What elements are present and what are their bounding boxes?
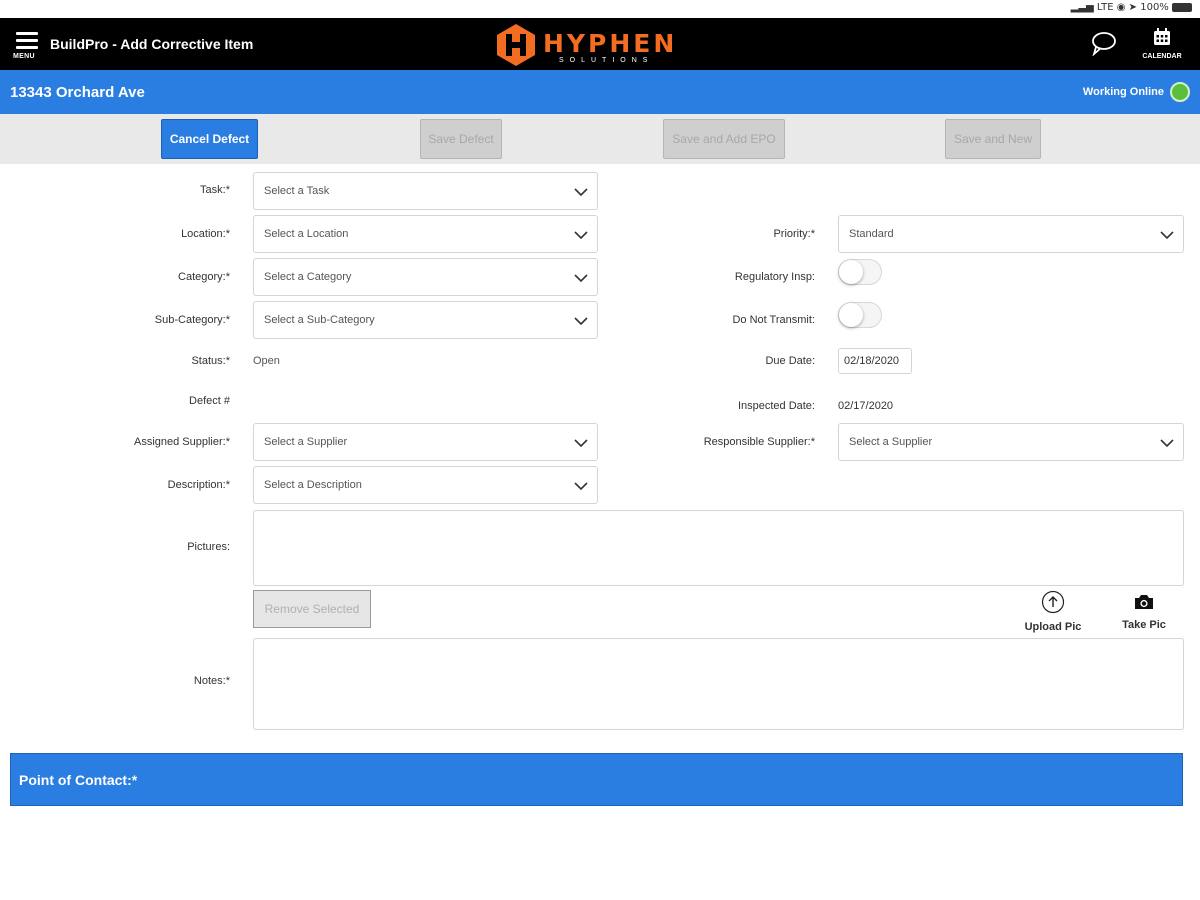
chevron-down-icon bbox=[574, 188, 588, 197]
camera-icon bbox=[1135, 595, 1153, 609]
battery-icon bbox=[1172, 2, 1192, 12]
online-status-icon bbox=[1170, 82, 1190, 102]
upload-icon bbox=[1041, 590, 1065, 614]
chevron-down-icon bbox=[574, 317, 588, 326]
hyphen-logo: HYPHEN SOLUTIONS bbox=[495, 23, 675, 67]
due-date-field[interactable]: 02/18/2020 bbox=[838, 348, 912, 374]
action-toolbar: Cancel Defect Save Defect Save and Add E… bbox=[0, 114, 1200, 164]
description-select[interactable]: Select a Description bbox=[253, 466, 598, 504]
description-label: Description:* bbox=[167, 479, 230, 491]
hamburger-line bbox=[16, 39, 38, 42]
save-and-new-button[interactable]: Save and New bbox=[945, 119, 1041, 159]
chat-button[interactable] bbox=[1090, 30, 1120, 58]
calendar-button[interactable]: CALENDAR bbox=[1136, 28, 1188, 64]
signal-icon: ▂▃▅ bbox=[1070, 2, 1094, 13]
task-select[interactable]: Select a Task bbox=[253, 172, 598, 210]
hyphen-logo-icon bbox=[497, 24, 535, 66]
responsible-supplier-select[interactable]: Select a Supplier bbox=[838, 423, 1184, 461]
responsible-supplier-value: Select a Supplier bbox=[849, 436, 933, 448]
assigned-supplier-label: Assigned Supplier:* bbox=[133, 436, 230, 448]
point-of-contact-section[interactable]: Point of Contact:* bbox=[10, 753, 1183, 806]
calendar-icon bbox=[1154, 28, 1170, 45]
chevron-down-icon bbox=[1160, 231, 1174, 240]
network-label: LTE bbox=[1096, 2, 1114, 13]
regulatory-insp-label: Regulatory Insp: bbox=[734, 271, 815, 283]
category-select-value: Select a Category bbox=[264, 271, 352, 283]
subcategory-select[interactable]: Select a Sub-Category bbox=[253, 301, 598, 339]
calendar-label: CALENDAR bbox=[1142, 53, 1182, 60]
upload-pic-button[interactable]: Upload Pic bbox=[1020, 590, 1086, 633]
app-header: MENU BuildPro - Add Corrective Item HYPH… bbox=[0, 18, 1200, 70]
assigned-supplier-value: Select a Supplier bbox=[264, 436, 348, 448]
assigned-supplier-select[interactable]: Select a Supplier bbox=[253, 423, 598, 461]
location-select-value: Select a Location bbox=[264, 228, 349, 240]
connection-status: Working Online bbox=[1082, 86, 1164, 98]
wifi-icon: ◉ bbox=[1116, 2, 1126, 13]
location-label: Location:* bbox=[181, 228, 230, 240]
job-address-bar: 13343 Orchard Ave Working Online bbox=[0, 70, 1200, 114]
priority-label: Priority:* bbox=[773, 228, 815, 240]
subcategory-label: Sub-Category:* bbox=[154, 314, 230, 326]
priority-select-value: Standard bbox=[849, 228, 894, 240]
responsible-supplier-label: Responsible Supplier:* bbox=[703, 436, 815, 448]
chevron-down-icon bbox=[574, 439, 588, 448]
save-defect-button[interactable]: Save Defect bbox=[420, 119, 502, 159]
category-label: Category:* bbox=[178, 271, 230, 283]
cancel-defect-button[interactable]: Cancel Defect bbox=[161, 119, 258, 159]
chevron-down-icon bbox=[574, 231, 588, 240]
page-title: BuildPro - Add Corrective Item bbox=[50, 36, 254, 52]
battery-label: 100% bbox=[1140, 2, 1169, 13]
job-address: 13343 Orchard Ave bbox=[10, 84, 145, 101]
take-pic-button[interactable]: Take Pic bbox=[1114, 592, 1174, 631]
logo-subtitle: SOLUTIONS bbox=[559, 57, 654, 64]
inspected-date-label: Inspected Date: bbox=[737, 400, 815, 412]
pictures-label: Pictures: bbox=[187, 541, 230, 553]
inspected-date-value: 02/17/2020 bbox=[838, 400, 894, 412]
notes-textarea[interactable] bbox=[253, 638, 1184, 730]
remove-selected-button[interactable]: Remove Selected bbox=[253, 590, 371, 628]
take-pic-label: Take Pic bbox=[1122, 619, 1166, 631]
defect-number-label: Defect # bbox=[189, 395, 230, 407]
do-not-transmit-toggle[interactable] bbox=[838, 302, 882, 328]
toggle-knob bbox=[839, 303, 863, 327]
menu-label: MENU bbox=[13, 53, 35, 60]
hamburger-line bbox=[16, 46, 38, 49]
upload-pic-label: Upload Pic bbox=[1024, 621, 1082, 633]
pictures-area[interactable] bbox=[253, 510, 1184, 586]
chevron-down-icon bbox=[574, 274, 588, 283]
chevron-down-icon bbox=[574, 482, 588, 491]
do-not-transmit-label: Do Not Transmit: bbox=[732, 314, 815, 326]
status-label: Status:* bbox=[191, 355, 230, 367]
regulatory-insp-toggle[interactable] bbox=[838, 259, 882, 285]
chevron-down-icon bbox=[1160, 439, 1174, 448]
save-and-add-epo-button[interactable]: Save and Add EPO bbox=[663, 119, 785, 159]
toggle-knob bbox=[839, 260, 863, 284]
point-of-contact-label: Point of Contact:* bbox=[19, 772, 138, 788]
chat-bubble-icon bbox=[1092, 32, 1116, 57]
status-value: Open bbox=[253, 355, 280, 367]
task-select-value: Select a Task bbox=[264, 185, 330, 197]
task-label: Task:* bbox=[200, 184, 230, 196]
notes-label: Notes:* bbox=[193, 675, 230, 687]
hamburger-icon bbox=[16, 32, 38, 35]
logo-wordmark: HYPHEN bbox=[543, 29, 678, 58]
location-select[interactable]: Select a Location bbox=[253, 215, 598, 253]
menu-button[interactable]: MENU bbox=[10, 28, 46, 64]
priority-select[interactable]: Standard bbox=[838, 215, 1184, 253]
device-status-bar: ▂▃▅ LTE ◉ ➤ 100% bbox=[0, 0, 1200, 18]
due-date-label: Due Date: bbox=[765, 355, 815, 367]
category-select[interactable]: Select a Category bbox=[253, 258, 598, 296]
status-indicators: ▂▃▅ LTE ◉ ➤ 100% bbox=[1071, 2, 1192, 13]
subcategory-select-value: Select a Sub-Category bbox=[264, 314, 375, 326]
location-icon: ➤ bbox=[1128, 2, 1138, 13]
description-select-value: Select a Description bbox=[264, 479, 362, 491]
